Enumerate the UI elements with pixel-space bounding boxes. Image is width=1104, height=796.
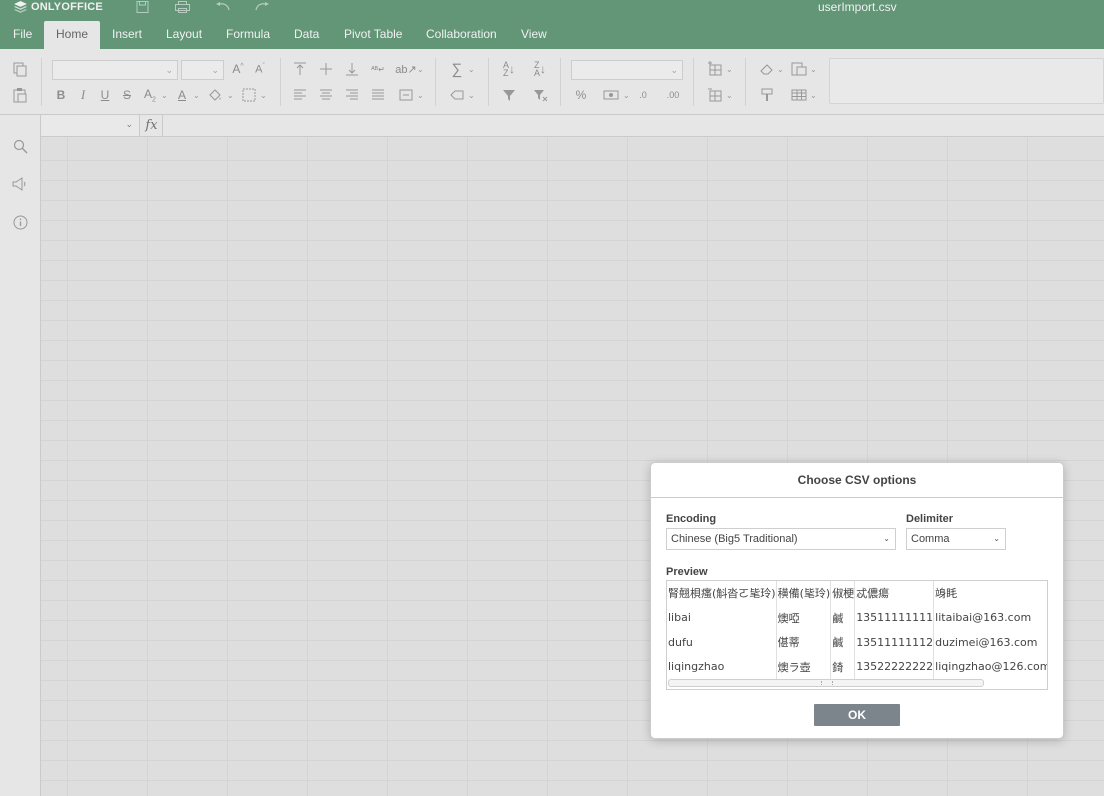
- dialog-title: Choose CSV options: [651, 463, 1063, 498]
- table-cell: 忒儂瘍: [854, 581, 935, 606]
- table-cell: 腎翹梖瘙(斛沓ㄛ毞玲): [667, 581, 777, 606]
- encoding-value: Chinese (Big5 Traditional): [671, 533, 798, 545]
- preview-label: Preview: [666, 566, 708, 578]
- table-cell: 13511111111: [854, 605, 935, 630]
- horizontal-scrollbar[interactable]: [668, 679, 984, 687]
- chevron-down-icon: ⌄: [993, 534, 1000, 543]
- delimiter-label: Delimiter: [906, 513, 954, 525]
- table-cell: 穔備(毞玲): [776, 581, 832, 606]
- csv-options-dialog: Choose CSV options Encoding Chinese (Big…: [650, 462, 1064, 739]
- table-cell: 13511111112: [854, 630, 935, 655]
- table-cell: 鹹: [830, 605, 856, 630]
- table-cell: 偡蒂: [776, 630, 832, 655]
- preview-table: 腎翹梖瘙(斛沓ㄛ毞玲) 穔備(毞玲) 俶梗 忒儂瘍 竧眊 libai 燠啞 鹹 …: [667, 581, 1048, 679]
- chevron-down-icon: ⌄: [883, 534, 890, 543]
- table-row: dufu 偡蒂 鹹 13511111112 duzimei@163.com: [667, 630, 1047, 655]
- encoding-select[interactable]: Chinese (Big5 Traditional) ⌄: [666, 528, 896, 550]
- table-cell: dufu: [667, 630, 777, 655]
- table-row: 腎翹梖瘙(斛沓ㄛ毞玲) 穔備(毞玲) 俶梗 忒儂瘍 竧眊: [667, 581, 1047, 606]
- table-cell: 燠啞: [776, 605, 832, 630]
- table-cell: 鹹: [830, 630, 856, 655]
- scrollbar-grip[interactable]: [821, 681, 833, 685]
- table-row: liqingzhao 燠ラ壺 錡 13522222222 liqingzhao@…: [667, 654, 1048, 679]
- table-cell: 俶梗: [830, 581, 856, 606]
- table-cell: 燠ラ壺: [776, 654, 832, 679]
- ok-button[interactable]: OK: [814, 704, 900, 726]
- table-cell: 錡: [830, 654, 856, 679]
- encoding-label: Encoding: [666, 513, 717, 525]
- table-cell: duzimei@163.com: [935, 635, 1038, 649]
- table-cell: liqingzhao@126.com: [935, 660, 1048, 674]
- table-cell: libai: [667, 605, 777, 630]
- table-row: libai 燠啞 鹹 13511111111 litaibai@163.com: [667, 605, 1047, 630]
- delimiter-value: Comma: [911, 533, 950, 545]
- delimiter-select[interactable]: Comma ⌄: [906, 528, 1006, 550]
- preview-table-container[interactable]: 腎翹梖瘙(斛沓ㄛ毞玲) 穔備(毞玲) 俶梗 忒儂瘍 竧眊 libai 燠啞 鹹 …: [666, 580, 1048, 690]
- table-cell: litaibai@163.com: [935, 611, 1032, 625]
- table-cell: liqingzhao: [667, 654, 777, 679]
- table-cell: 13522222222: [854, 654, 935, 679]
- table-cell: 竧眊: [935, 587, 958, 601]
